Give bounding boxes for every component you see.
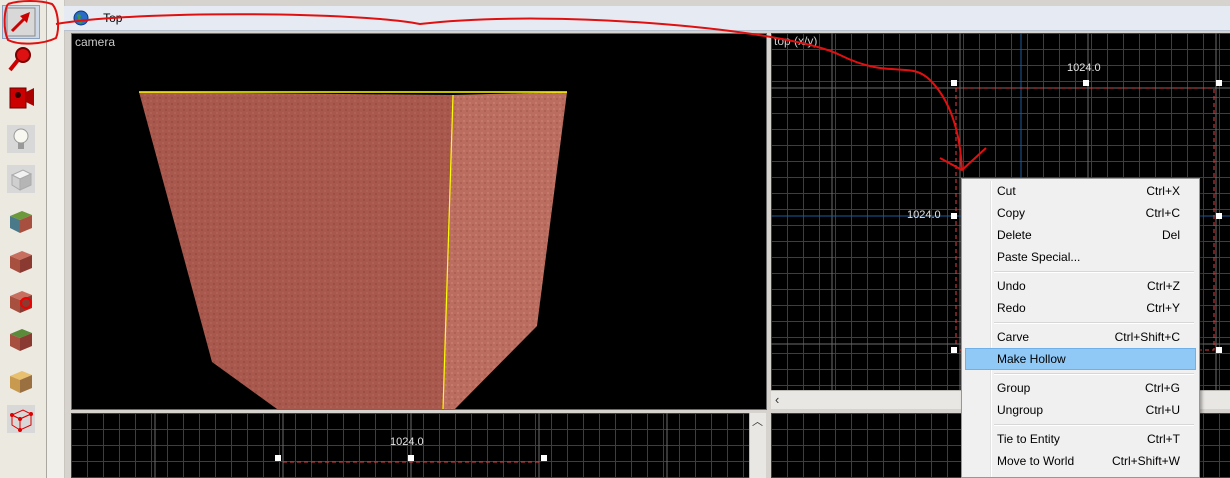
menu-item-undo[interactable]: Undo Ctrl+Z — [965, 275, 1196, 297]
front-width-dimension: 1024.0 — [390, 436, 424, 448]
menu-separator — [994, 322, 1194, 324]
textured-brush — [139, 91, 567, 409]
menu-item-delete[interactable]: Delete Del — [965, 224, 1196, 246]
window-titlebar — [64, 6, 1230, 31]
lightbulb-icon — [7, 125, 35, 153]
texture-icon — [10, 211, 32, 233]
camera-viewport[interactable]: camera — [71, 33, 767, 410]
menu-item-make-hollow[interactable]: Make Hollow — [965, 348, 1196, 370]
top-width-dimension: 1024.0 — [1067, 62, 1101, 74]
menu-separator — [994, 271, 1194, 273]
resize-handle-sw[interactable] — [951, 347, 957, 353]
camera-icon — [9, 87, 34, 109]
tools-toolbar — [0, 0, 47, 478]
magnify-icon — [8, 47, 31, 72]
menu-separator — [994, 373, 1194, 375]
overlay-icon — [10, 329, 32, 351]
block-tool-button[interactable] — [2, 162, 40, 196]
resize-handle-nw[interactable] — [951, 80, 957, 86]
top-viewport-label: top (x/y) — [774, 34, 818, 48]
resize-handle-n[interactable] — [1083, 80, 1089, 86]
resize-handle-w[interactable] — [951, 213, 957, 219]
selection-tool-button[interactable] — [2, 5, 40, 39]
select-arrow-icon — [6, 7, 36, 37]
menu-item-ungroup[interactable]: Ungroup Ctrl+U — [965, 399, 1196, 421]
menu-item-cut[interactable]: Cut Ctrl+X — [965, 180, 1196, 202]
menu-item-paste-special[interactable]: Paste Special... — [965, 246, 1196, 268]
decal-icon — [10, 291, 32, 313]
resize-handle-ne[interactable] — [1216, 80, 1222, 86]
texture-application-button[interactable] — [2, 204, 40, 238]
resize-handle-e[interactable] — [1216, 213, 1222, 219]
window-title: - Top — [96, 11, 123, 25]
front-handle-e[interactable] — [541, 455, 547, 461]
menu-item-group[interactable]: Group Ctrl+G — [965, 377, 1196, 399]
menu-item-redo[interactable]: Redo Ctrl+Y — [965, 297, 1196, 319]
scroll-left-arrow-icon[interactable]: ‹ — [775, 392, 779, 407]
menu-item-tie-to-entity[interactable]: Tie to Entity Ctrl+T — [965, 428, 1196, 450]
menu-separator — [994, 424, 1194, 426]
front-viewport-vscrollbar[interactable]: ︿ — [749, 413, 766, 478]
decal-tool-button[interactable] — [2, 284, 40, 318]
globe-icon — [73, 10, 89, 26]
vertex-tool-button[interactable] — [2, 402, 40, 436]
resize-handle-se[interactable] — [1216, 347, 1222, 353]
front-viewport[interactable]: 1024.0 — [71, 413, 749, 478]
menu-item-move-to-world[interactable]: Move to World Ctrl+Shift+W — [965, 450, 1196, 472]
scroll-up-arrow-icon[interactable]: ︿ — [752, 413, 763, 429]
block-icon — [7, 165, 35, 193]
magnify-tool-button[interactable] — [2, 42, 40, 76]
apply-texture-icon — [10, 251, 32, 273]
menu-item-carve[interactable]: Carve Ctrl+Shift+C — [965, 326, 1196, 348]
left-edge-strip — [47, 0, 65, 478]
front-handle-w[interactable] — [275, 455, 281, 461]
top-height-dimension: 1024.0 — [907, 209, 941, 221]
clip-icon — [10, 371, 32, 393]
menu-item-copy[interactable]: Copy Ctrl+C — [965, 202, 1196, 224]
front-handle-n[interactable] — [408, 455, 414, 461]
apply-texture-button[interactable] — [2, 244, 40, 278]
context-menu: Cut Ctrl+X Copy Ctrl+C Delete Del Paste Spe… — [961, 178, 1200, 478]
camera-tool-button[interactable] — [2, 80, 40, 114]
overlay-tool-button[interactable] — [2, 322, 40, 356]
clip-tool-button[interactable] — [2, 364, 40, 398]
vertex-icon — [7, 405, 35, 433]
entity-tool-button[interactable] — [2, 122, 40, 156]
